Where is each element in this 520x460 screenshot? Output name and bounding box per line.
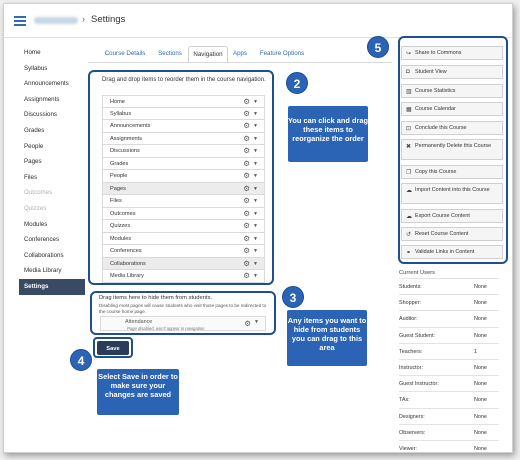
course-nav-item[interactable]: Discussions — [19, 107, 85, 123]
course-nav-item[interactable]: Conferences — [19, 232, 85, 248]
role-row: Teachers: 1 — [399, 344, 499, 360]
course-nav-item[interactable]: Files — [19, 170, 85, 186]
highlight-sidebar-buttons — [398, 36, 508, 264]
callout-save: Select Save in order to make sure your c… — [97, 369, 179, 415]
role-row: Viewer: None — [399, 441, 499, 452]
highlight-hidden-area — [90, 291, 276, 335]
course-nav-item[interactable]: Home — [19, 45, 85, 61]
role-row: Shopper: None — [399, 295, 499, 312]
course-nav-item-hidden[interactable]: Outcomes — [19, 185, 85, 201]
highlight-navigation-list — [88, 70, 274, 285]
tab-feature-options[interactable]: Feature Options — [257, 46, 307, 62]
highlight-save-button — [93, 337, 133, 358]
course-nav-item-active[interactable]: Settings — [19, 278, 85, 295]
step-badge-4: 4 — [70, 349, 92, 371]
role-row: Auditor: None — [399, 311, 499, 328]
step-badge-2: 2 — [286, 72, 308, 94]
course-nav-item[interactable]: People — [19, 139, 85, 155]
course-nav-item[interactable]: Syllabus — [19, 61, 85, 77]
tab-navigation[interactable]: Navigation — [188, 46, 228, 62]
course-navigation: Home Syllabus Announcements Assignments … — [19, 45, 85, 295]
callout-hide: Any items you want to hide from students… — [287, 310, 367, 366]
role-row: Guest Instructor: None — [399, 376, 499, 393]
tabs-divider — [88, 62, 392, 63]
breadcrumb-separator: › — [82, 14, 85, 24]
callout-reorder: You can click and drag these items to re… — [288, 106, 368, 162]
role-row: Observers: None — [399, 425, 499, 441]
app-window: › Settings Home Syllabus Announcements A… — [3, 3, 513, 453]
course-nav-item[interactable]: Collaborations — [19, 248, 85, 264]
tab-apps[interactable]: Apps — [231, 46, 249, 62]
role-row: TAs: None — [399, 392, 499, 409]
course-nav-item-hidden[interactable]: Quizzes — [19, 201, 85, 217]
role-row: Instructor: None — [399, 360, 499, 377]
tab-course-details[interactable]: Course Details — [100, 46, 150, 62]
course-nav-item[interactable]: Grades — [19, 123, 85, 139]
current-users-table: Current Users Students: None Shopper: None… — [399, 268, 499, 452]
course-nav-item[interactable]: Announcements — [19, 76, 85, 92]
hamburger-menu-icon[interactable] — [14, 16, 26, 28]
course-nav-item[interactable]: Assignments — [19, 92, 85, 108]
tab-sections[interactable]: Sections — [154, 46, 186, 62]
step-badge-3: 3 — [282, 286, 304, 308]
page-title: Settings — [91, 14, 126, 25]
current-users-heading: Current Users — [399, 268, 499, 279]
step-badge-5: 5 — [367, 36, 389, 58]
role-row: Designers: None — [399, 409, 499, 425]
course-nav-item[interactable]: Pages — [19, 154, 85, 170]
role-row: Guest Student: None — [399, 328, 499, 344]
course-nav-item[interactable]: Media Library — [19, 263, 85, 279]
role-row: Students: None — [399, 279, 499, 296]
course-nav-item[interactable]: Modules — [19, 217, 85, 233]
course-name-blurred[interactable] — [34, 17, 78, 24]
top-bar: › Settings — [4, 4, 512, 38]
